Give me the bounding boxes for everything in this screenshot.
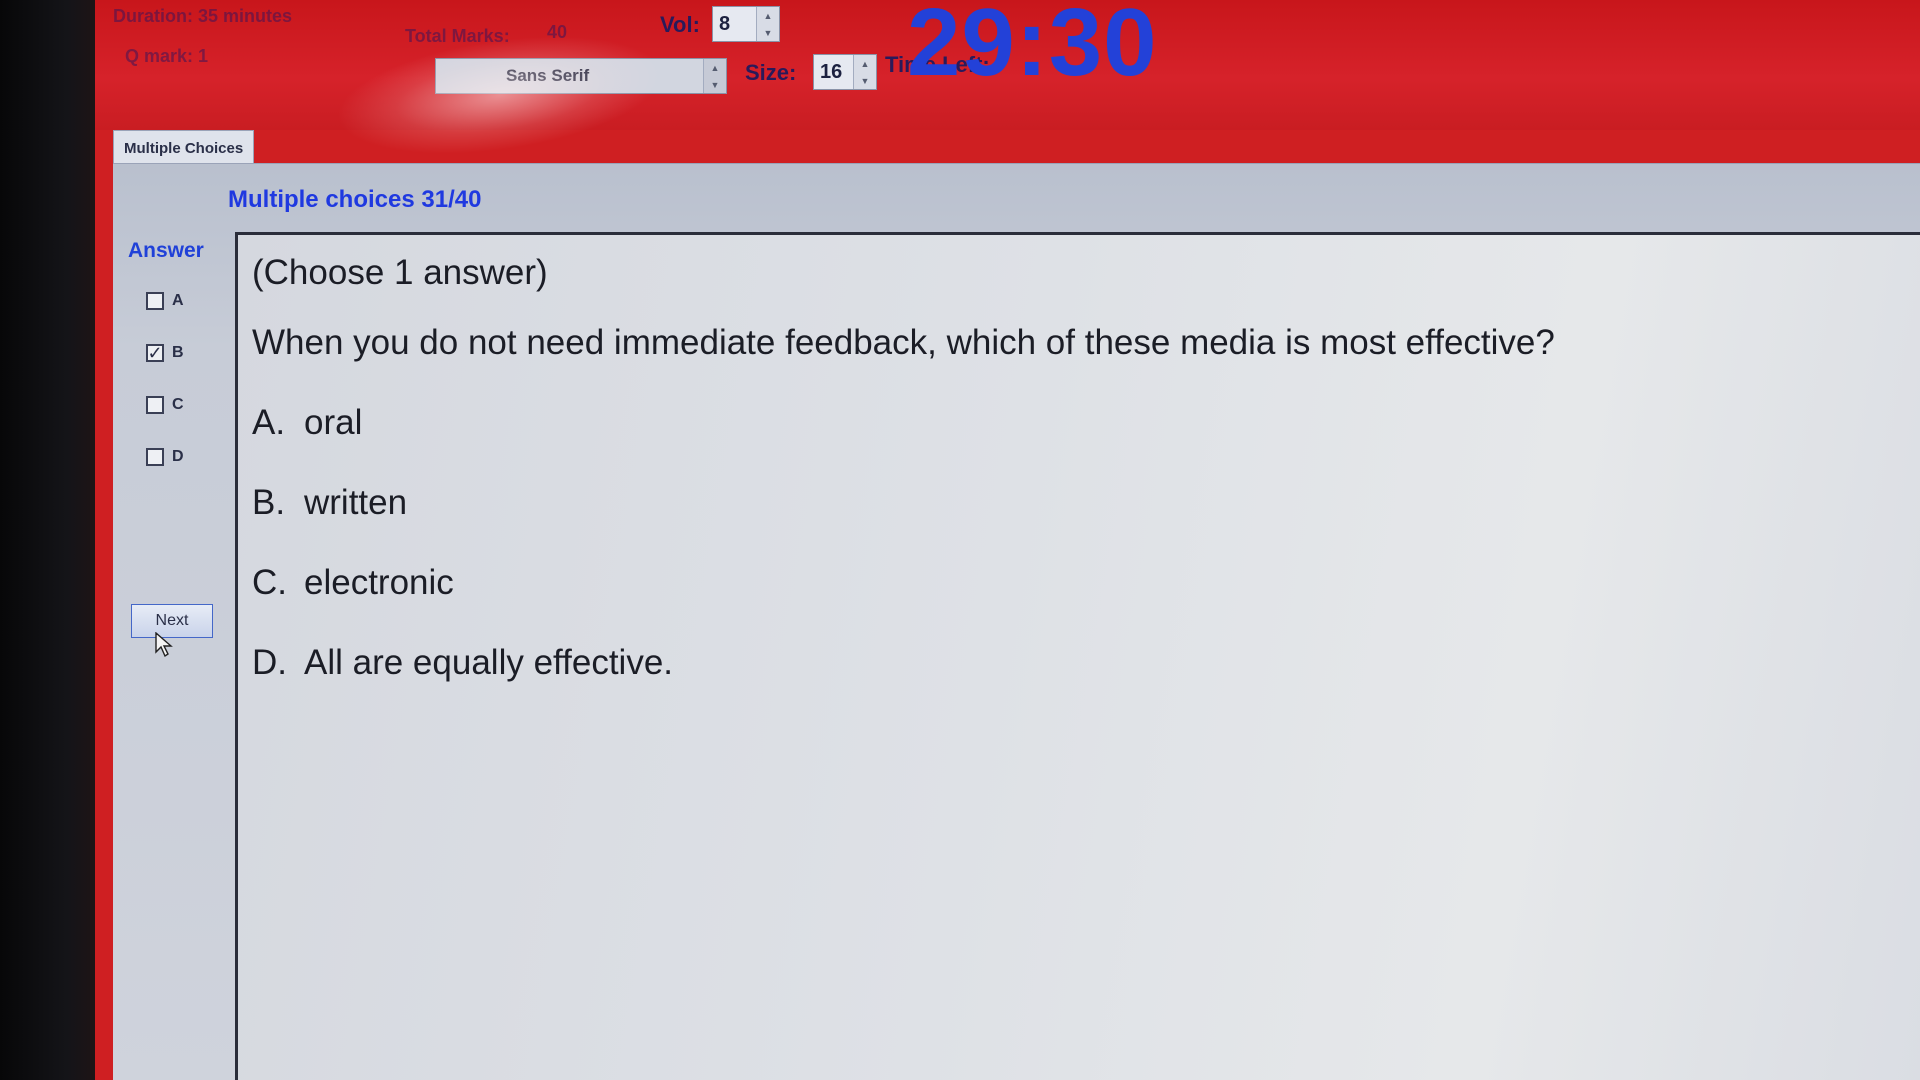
answer-option-b[interactable]: ✓ B bbox=[128, 327, 218, 379]
stepper-arrows-icon[interactable]: ▲ ▼ bbox=[756, 7, 779, 41]
question-panel: Multiple choices 31/40 Answer A ✓ B C D … bbox=[113, 163, 1920, 1080]
option-letter: A bbox=[172, 292, 184, 309]
choice-a: A. oral bbox=[252, 403, 362, 443]
choice-c: C. electronic bbox=[252, 563, 454, 603]
volume-label: Vol: bbox=[660, 12, 700, 37]
checkbox-c[interactable] bbox=[146, 396, 164, 414]
option-letter: C bbox=[172, 396, 184, 413]
section-title: Multiple choices 31/40 bbox=[228, 186, 482, 213]
screen: Duration: 35 minutes Q mark: 1 Total Mar… bbox=[0, 0, 1920, 1080]
choice-b: B. written bbox=[252, 483, 407, 523]
question-text: When you do not need immediate feedback,… bbox=[252, 323, 1555, 362]
instruction-text: (Choose 1 answer) bbox=[252, 253, 548, 292]
checkbox-d[interactable] bbox=[146, 448, 164, 466]
size-label: Size: bbox=[745, 60, 797, 85]
answer-option-c[interactable]: C bbox=[128, 379, 218, 431]
answer-option-d[interactable]: D bbox=[128, 431, 218, 483]
stepper-arrows-icon[interactable]: ▲ ▼ bbox=[853, 55, 876, 89]
choice-text: All are equally effective. bbox=[304, 643, 674, 682]
choice-text: written bbox=[304, 483, 408, 522]
tab-multiple-choices[interactable]: Multiple Choices bbox=[113, 130, 255, 165]
choice-letter: B. bbox=[252, 483, 286, 522]
option-letter: B bbox=[172, 344, 184, 361]
size-value: 16 bbox=[820, 60, 843, 83]
choice-letter: C. bbox=[252, 563, 287, 602]
checkbox-b[interactable]: ✓ bbox=[146, 344, 164, 362]
total-marks-value: 40 bbox=[547, 22, 568, 42]
exam-header: Duration: 35 minutes Q mark: 1 Total Mar… bbox=[95, 0, 1920, 173]
volume-stepper[interactable]: 8 ▲ ▼ bbox=[712, 6, 780, 42]
choice-text: electronic bbox=[304, 563, 454, 602]
answer-option-a[interactable]: A bbox=[128, 275, 218, 327]
choice-d: D. All are equally effective. bbox=[252, 643, 673, 683]
volume-value: 8 bbox=[719, 12, 731, 35]
choice-letter: D. bbox=[252, 643, 287, 682]
question-mark-text: Q mark: 1 bbox=[125, 46, 209, 66]
answer-label: Answer bbox=[128, 239, 204, 262]
countdown-timer: 29:30 bbox=[907, 0, 1158, 96]
size-stepper[interactable]: 16 ▲ ▼ bbox=[813, 54, 877, 90]
total-marks-label: Total Marks: bbox=[405, 26, 510, 46]
option-letter: D bbox=[172, 448, 184, 465]
monitor-bezel bbox=[0, 0, 95, 1080]
answer-column: Answer A ✓ B C D bbox=[128, 239, 218, 483]
question-area: (Choose 1 answer) When you do not need i… bbox=[235, 232, 1920, 1080]
font-value: Sans Serif bbox=[506, 66, 590, 85]
choice-letter: A. bbox=[252, 403, 286, 442]
select-arrows-icon[interactable]: ▲ ▼ bbox=[703, 59, 726, 93]
duration-text: Duration: 35 minutes bbox=[113, 6, 293, 26]
mouse-cursor-icon bbox=[155, 632, 173, 658]
choice-text: oral bbox=[304, 403, 363, 442]
checkbox-a[interactable] bbox=[146, 292, 164, 310]
exam-app: Duration: 35 minutes Q mark: 1 Total Mar… bbox=[95, 0, 1920, 1080]
font-select[interactable]: Sans Serif ▲ ▼ bbox=[435, 58, 727, 94]
